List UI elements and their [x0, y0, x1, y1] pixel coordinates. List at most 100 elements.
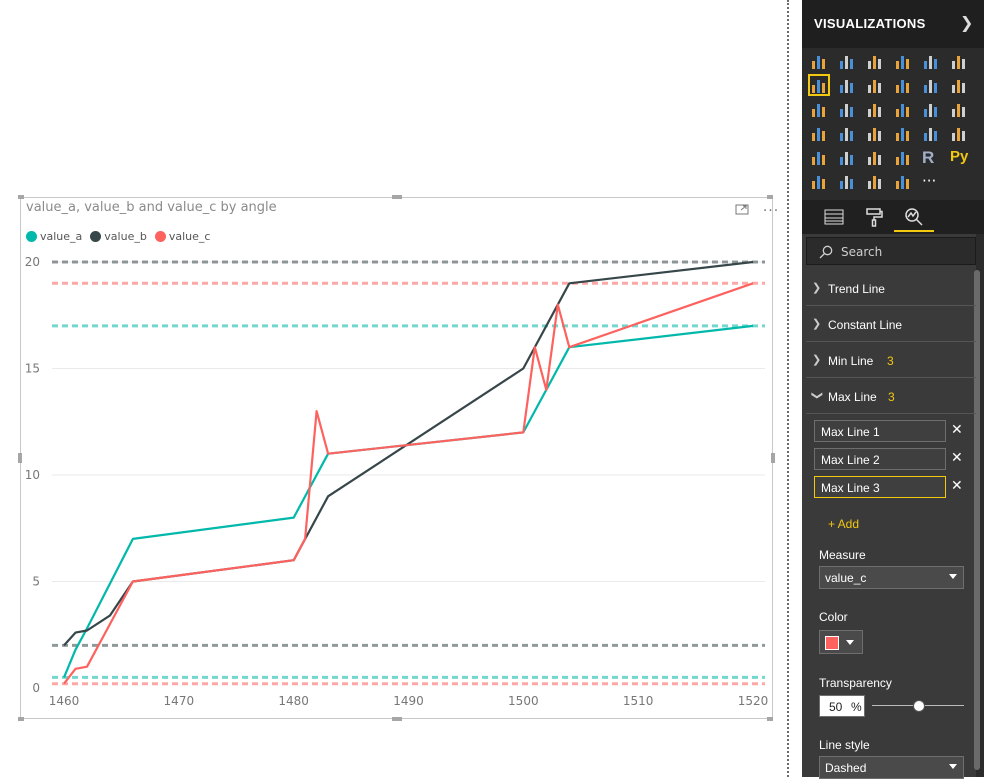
transparency-unit: %: [851, 700, 862, 714]
remove-max-line-3-close-icon[interactable]: ✕: [951, 478, 963, 494]
search-placeholder: Search: [841, 245, 883, 259]
dropdown-arrow-icon: [949, 764, 957, 769]
add-line-button[interactable]: + Add: [828, 517, 859, 531]
funnel-icon[interactable]: [866, 124, 884, 142]
max-line-item-3[interactable]: Max Line 3: [814, 476, 946, 498]
dropdown-arrow-icon: [949, 574, 957, 579]
tab-fields[interactable]: [814, 204, 854, 230]
multirow-card-icon[interactable]: [950, 124, 968, 142]
section-label: Min Line: [828, 354, 874, 368]
search-input[interactable]: Search: [806, 237, 976, 265]
chevron-down-icon: ❯: [811, 390, 824, 401]
custom-grid-icon[interactable]: [894, 172, 912, 190]
y-tick-label: 10: [25, 468, 40, 482]
stacked-column-icon[interactable]: [838, 52, 856, 70]
transparency-label: Transparency: [819, 676, 892, 690]
waterfall-icon[interactable]: [810, 100, 828, 118]
y-tick-label: 0: [32, 681, 40, 695]
more-visuals-icon[interactable]: ···: [922, 172, 940, 190]
section-max-line[interactable]: ❯ Max Line 3: [806, 379, 976, 414]
measure-label: Measure: [819, 548, 866, 562]
x-tick-label: 1480: [278, 694, 309, 708]
dropdown-arrow-icon: [846, 640, 854, 645]
image-chart-icon[interactable]: [838, 172, 856, 190]
filled-map-icon[interactable]: [810, 124, 828, 142]
shape-map-icon[interactable]: [838, 124, 856, 142]
stacked-area-icon[interactable]: [866, 76, 884, 94]
r-visual-icon[interactable]: R: [922, 148, 940, 167]
section-trend-line[interactable]: ❯ Trend Line: [806, 271, 976, 306]
clustered-column-icon[interactable]: [894, 52, 912, 70]
x-tick-label: 1500: [508, 694, 539, 708]
slicer-icon[interactable]: [838, 148, 856, 166]
y-tick-label: 15: [25, 362, 40, 376]
max-line-name: Max Line 2: [821, 453, 880, 467]
map-icon[interactable]: [950, 100, 968, 118]
card-icon[interactable]: [922, 124, 940, 142]
remove-max-line-2-close-icon[interactable]: ✕: [951, 450, 963, 466]
transparency-value: 50: [829, 700, 843, 714]
clustered-bar-icon[interactable]: [866, 52, 884, 70]
section-label: Trend Line: [828, 282, 885, 296]
paint-roller-icon: [866, 208, 883, 227]
python-visual-icon[interactable]: Py: [950, 148, 968, 166]
line-column-icon[interactable]: [894, 76, 912, 94]
measure-value: value_c: [825, 571, 867, 585]
pane-tabs: [802, 200, 984, 234]
pane-title: VISUALIZATIONS: [814, 16, 926, 31]
transparency-input[interactable]: 50 %: [819, 695, 865, 717]
series-line-value_c: [63, 282, 754, 685]
transparency-slider-thumb[interactable]: [913, 700, 925, 712]
collapse-chevron-icon[interactable]: ❯: [960, 13, 973, 32]
chevron-right-icon: ❯: [812, 318, 822, 330]
max-line-name: Max Line 3: [821, 481, 880, 495]
x-tick-label: 1520: [738, 694, 769, 708]
line-style-dropdown[interactable]: Dashed: [819, 756, 964, 779]
color-picker[interactable]: [819, 630, 863, 654]
max-line-item-2[interactable]: Max Line 2: [814, 448, 946, 470]
series-line-value_a: [62, 324, 754, 678]
donut-icon[interactable]: [894, 100, 912, 118]
line-clustered-icon[interactable]: [922, 76, 940, 94]
max-line-name: Max Line 1: [821, 425, 880, 439]
x-tick-label: 1470: [164, 694, 195, 708]
stacked-bar-icon[interactable]: [810, 52, 828, 70]
y-tick-label: 20: [25, 255, 40, 269]
section-min-line[interactable]: ❯ Min Line 3: [806, 343, 976, 378]
tab-analytics[interactable]: [894, 204, 934, 232]
100-column-icon[interactable]: [950, 52, 968, 70]
ribbon-chart-icon[interactable]: [950, 76, 968, 94]
kpi-icon[interactable]: [810, 148, 828, 166]
section-count: 3: [887, 354, 894, 368]
100-bar-icon[interactable]: [922, 52, 940, 70]
analytics-magnifier-icon: [905, 208, 923, 226]
line-style-value: Dashed: [825, 761, 867, 775]
remove-max-line-1-close-icon[interactable]: ✕: [951, 422, 963, 438]
y-tick-label: 5: [32, 575, 40, 589]
search-icon: [819, 245, 833, 259]
tab-format[interactable]: [854, 204, 894, 230]
section-constant-line[interactable]: ❯ Constant Line: [806, 307, 976, 342]
fields-icon: [824, 209, 844, 225]
max-line-item-1[interactable]: Max Line 1: [814, 420, 946, 442]
arcgis-icon[interactable]: [810, 172, 828, 190]
pane-header: VISUALIZATIONS ❯: [802, 0, 984, 48]
color-label: Color: [819, 610, 848, 624]
x-tick-label: 1460: [49, 694, 80, 708]
section-label: Constant Line: [828, 318, 903, 332]
table-icon[interactable]: [866, 148, 884, 166]
x-tick-label: 1510: [623, 694, 654, 708]
section-count: 3: [888, 390, 895, 404]
line-chart-icon[interactable]: [808, 74, 830, 96]
pie-icon[interactable]: [866, 100, 884, 118]
treemap-icon[interactable]: [922, 100, 940, 118]
chevron-right-icon: ❯: [812, 354, 822, 366]
matrix-icon[interactable]: [894, 148, 912, 166]
color-swatch: [825, 636, 839, 650]
visual-gallery: R Py ···: [808, 50, 978, 196]
decomposition-icon[interactable]: [866, 172, 884, 190]
gauge-icon[interactable]: [894, 124, 912, 142]
scatter-icon[interactable]: [838, 100, 856, 118]
area-chart-icon[interactable]: [838, 76, 856, 94]
measure-dropdown[interactable]: value_c: [819, 566, 964, 589]
